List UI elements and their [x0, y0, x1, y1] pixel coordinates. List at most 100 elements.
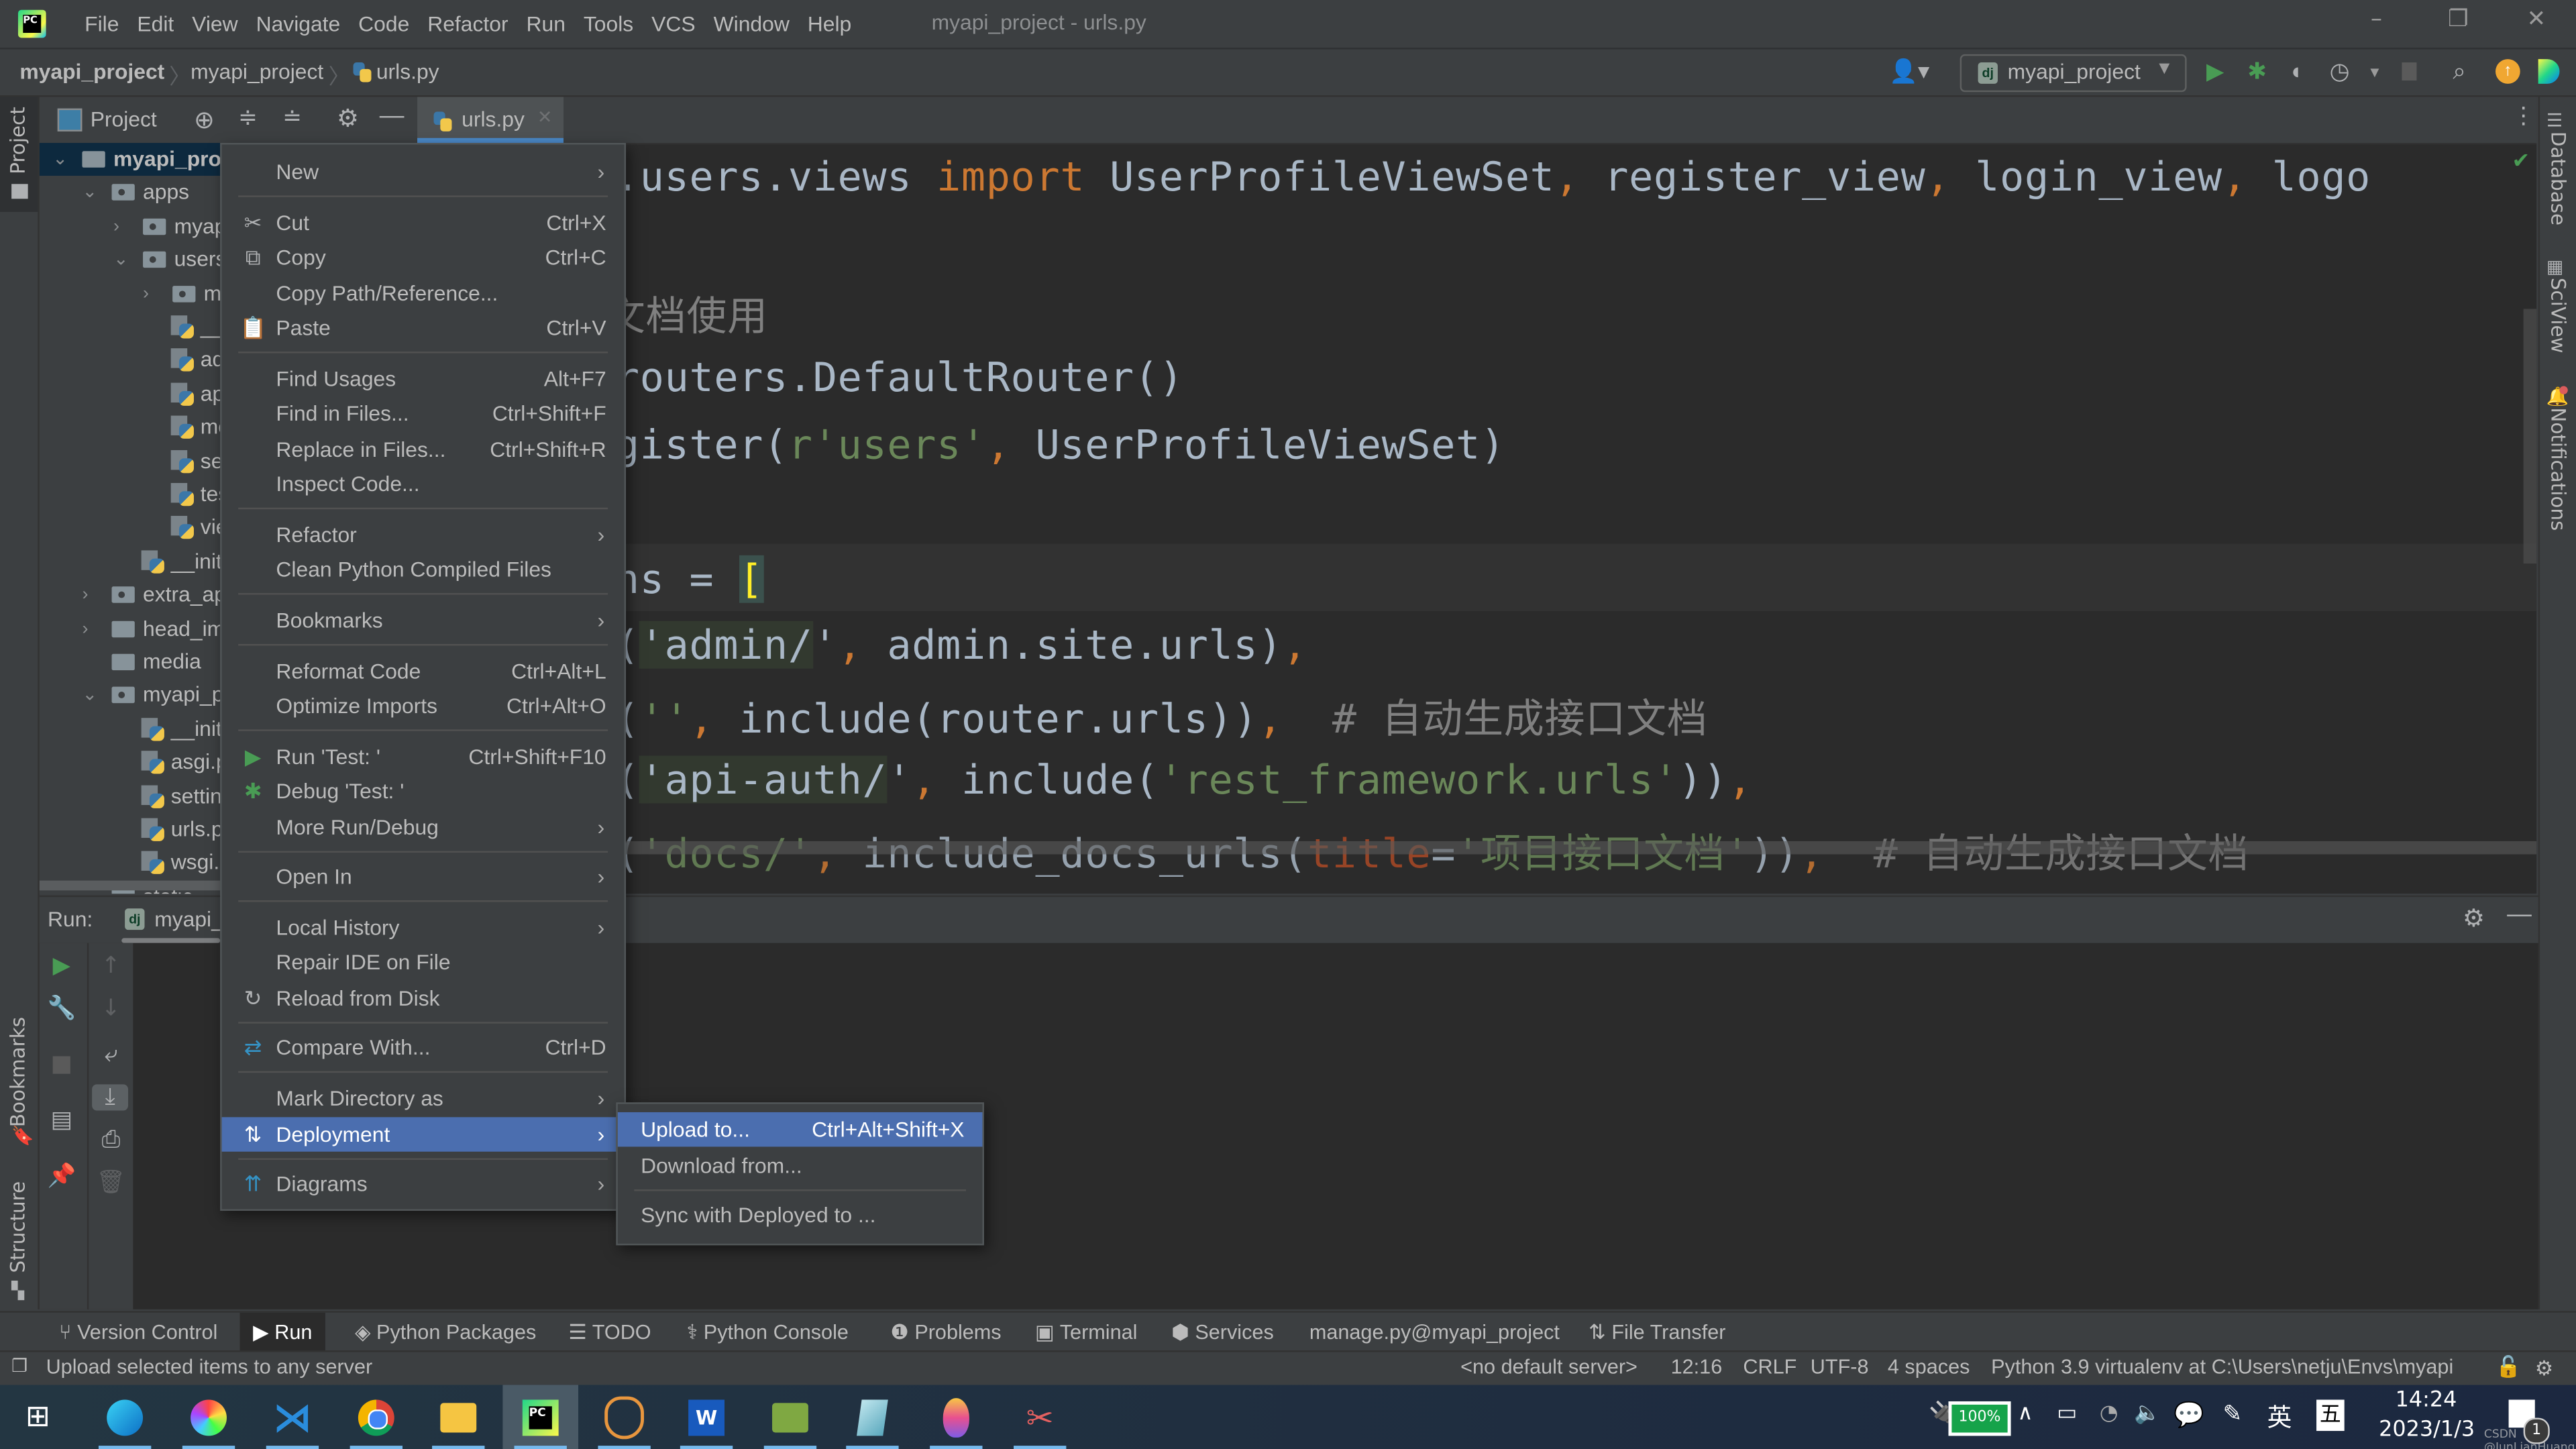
rerun-icon[interactable]: ▶ [40, 953, 84, 979]
menu-run[interactable]: Run [517, 11, 574, 36]
taskbar-file-share[interactable] [753, 1385, 828, 1449]
menu-item-bookmarks[interactable]: Bookmarks › [222, 603, 625, 637]
caret-position[interactable]: 12:16 [1671, 1355, 1723, 1378]
vertical-scrollbar[interactable] [2523, 309, 2537, 564]
expand-all-icon[interactable]: ≑ [238, 103, 258, 131]
breadcrumb-file[interactable]: urls.py [353, 59, 439, 84]
tree-item[interactable]: › extra_apps [40, 579, 220, 612]
menu-window[interactable]: Window [704, 11, 798, 36]
taskbar-notepad[interactable] [835, 1385, 910, 1449]
taskbar-chrome[interactable] [338, 1385, 414, 1449]
menu-item-deployment[interactable]: ⇅ Deployment › [221, 1116, 625, 1151]
tree-item[interactable]: urls.py [40, 813, 220, 846]
menu-item-find-usages[interactable]: Find Usages Alt+F7 [222, 361, 625, 395]
menu-item-copy-path-reference[interactable]: Copy Path/Reference... [222, 275, 625, 309]
tool-problems[interactable]: ❶ Problems [890, 1313, 1001, 1352]
tree-item[interactable]: ⌄ users [40, 244, 220, 276]
wrench-icon[interactable]: 🔧 [40, 996, 84, 1022]
profile-icon[interactable]: ◷ [2330, 58, 2350, 86]
soft-wrap-icon[interactable]: ⤶ [89, 1042, 133, 1068]
chevron-right-icon[interactable]: › [143, 277, 149, 310]
menu-navigate[interactable]: Navigate [247, 11, 350, 36]
update-icon[interactable]: ↑ [2496, 59, 2520, 84]
tree-item[interactable]: __init__.py [40, 311, 220, 343]
coverage-icon[interactable]: ◖ [2288, 58, 2302, 84]
start-button[interactable]: ⊞ [0, 1385, 76, 1449]
menu-item-mark-directory-as[interactable]: Mark Directory as › [222, 1081, 625, 1115]
tree-item[interactable]: admin.py [40, 344, 220, 377]
tool-run[interactable]: ▶ Run [239, 1312, 325, 1352]
project-tool-button[interactable]: Project [0, 97, 38, 212]
menu-item-refactor[interactable]: Refactor › [222, 517, 625, 551]
tree-item[interactable]: serializers.py [40, 445, 220, 478]
close-tab-icon[interactable]: ✕ [537, 107, 553, 128]
menu-item-paste[interactable]: 📋 Paste Ctrl+V [222, 311, 625, 345]
locate-icon[interactable]: ⊕ [194, 105, 215, 135]
tool-python-packages[interactable]: ◈ Python Packages [355, 1313, 536, 1352]
print-icon[interactable]: ⎙ [89, 1127, 133, 1153]
gear-icon[interactable]: ⚙ [2463, 904, 2485, 933]
restore-button[interactable]: ❐ [2448, 7, 2469, 33]
submenu-item-download-from[interactable]: Download from... [618, 1148, 983, 1182]
run-icon[interactable]: ▶ [2206, 58, 2224, 86]
chevron-right-icon[interactable]: › [82, 612, 88, 645]
menu-item-more-run-debug[interactable]: More Run/Debug › [222, 809, 625, 843]
collapse-all-icon[interactable]: ≐ [282, 103, 302, 131]
menu-item-optimize-imports[interactable]: Optimize Imports Ctrl+Alt+O [222, 688, 625, 722]
chevron-down-icon[interactable]: ⌄ [82, 679, 97, 712]
menu-item-repair-ide-on-file[interactable]: Repair IDE on File [222, 945, 625, 979]
hide-panel-icon[interactable]: — [2507, 900, 2532, 928]
menu-help[interactable]: Help [798, 11, 860, 36]
menu-tools[interactable]: Tools [574, 11, 642, 36]
chevron-down-icon[interactable]: ⌄ [113, 244, 129, 276]
run-config-selector[interactable]: dj myapi_project ▼ [1960, 54, 2187, 93]
tool-manage-py[interactable]: manage.py@myapi_project [1309, 1313, 1560, 1352]
sciview-tool-button[interactable]: ▦ SciView [2546, 256, 2569, 358]
taskbar-vscode[interactable]: ⋊ [255, 1385, 331, 1449]
tree-item[interactable]: › myapi [40, 210, 220, 243]
ime-mode[interactable]: 英 [2267, 1400, 2292, 1434]
tool-version-control[interactable]: ⑂ Version Control [59, 1313, 217, 1352]
file-encoding[interactable]: UTF-8 [1811, 1355, 1869, 1378]
menu-item-reload-from-disk[interactable]: ↻ Reload from Disk [222, 981, 625, 1015]
tree-item[interactable]: __init__.py [40, 712, 220, 745]
status-panel-icon[interactable]: ❐ [11, 1355, 28, 1377]
tree-item[interactable]: tests.py [40, 478, 220, 511]
tree-item[interactable]: apps.py [40, 378, 220, 411]
menu-item-cut[interactable]: ✂ Cut Ctrl+X [222, 205, 625, 239]
clock-time[interactable]: 14:24 [2396, 1388, 2457, 1413]
stop-icon[interactable]: ■ [40, 1051, 84, 1077]
chevron-down-icon[interactable]: ▼ [2367, 64, 2382, 80]
tree-item[interactable]: settings.py [40, 780, 220, 812]
menu-edit[interactable]: Edit [128, 11, 183, 36]
menu-item-debug-test[interactable]: ✱ Debug 'Test: ' [222, 774, 625, 808]
notifications-tool-button[interactable]: 🔔 Notifications [2546, 386, 2569, 536]
horizontal-scrollbar[interactable] [417, 841, 2537, 855]
taskbar-color-app[interactable] [171, 1385, 247, 1449]
line-separator[interactable]: CRLF [1743, 1355, 1796, 1378]
chevron-down-icon[interactable]: ⌄ [82, 176, 97, 209]
more-icon[interactable]: ⋮ [2512, 103, 2534, 129]
chevron-right-icon[interactable]: › [82, 579, 88, 612]
menu-refactor[interactable]: Refactor [419, 11, 517, 36]
minimize-button[interactable]: – [2371, 7, 2382, 33]
taskbar-pycharm[interactable]: PC [502, 1385, 579, 1449]
submenu-item-upload-to[interactable]: Upload to... Ctrl+Alt+Shift+X [617, 1112, 983, 1147]
inspector-icon[interactable]: ⚙ [2535, 1355, 2553, 1380]
scroll-to-end-icon[interactable]: ⤓ [92, 1084, 129, 1111]
tree-item[interactable]: ⌄ myapi_project [39, 143, 221, 176]
code-editor[interactable]: rom apps.users.views import UserProfileV… [417, 144, 2537, 894]
layout-icon[interactable]: ▤ [40, 1108, 84, 1134]
wifi-icon[interactable]: ◔ [2100, 1401, 2118, 1426]
deployment-server[interactable]: <no default server> [1460, 1355, 1638, 1378]
taskbar-anaconda[interactable] [586, 1385, 662, 1449]
show-hidden-icons[interactable]: ∧ [2017, 1401, 2033, 1426]
menu-code[interactable]: Code [350, 11, 419, 36]
menu-item-reformat-code[interactable]: Reformat Code Ctrl+Alt+L [222, 653, 625, 687]
power-mode-icon[interactable]: ▭ [2057, 1401, 2077, 1426]
search-icon[interactable]: ⌕ [2453, 58, 2465, 86]
tool-file-transfer[interactable]: ⇅ File Transfer [1589, 1313, 1725, 1352]
tool-python-console[interactable]: ⚕ Python Console [687, 1313, 849, 1352]
bookmarks-tool-button[interactable]: Bookmarks 🔖 [0, 1017, 38, 1165]
clock-date[interactable]: 2023/1/3 [2379, 1417, 2475, 1442]
